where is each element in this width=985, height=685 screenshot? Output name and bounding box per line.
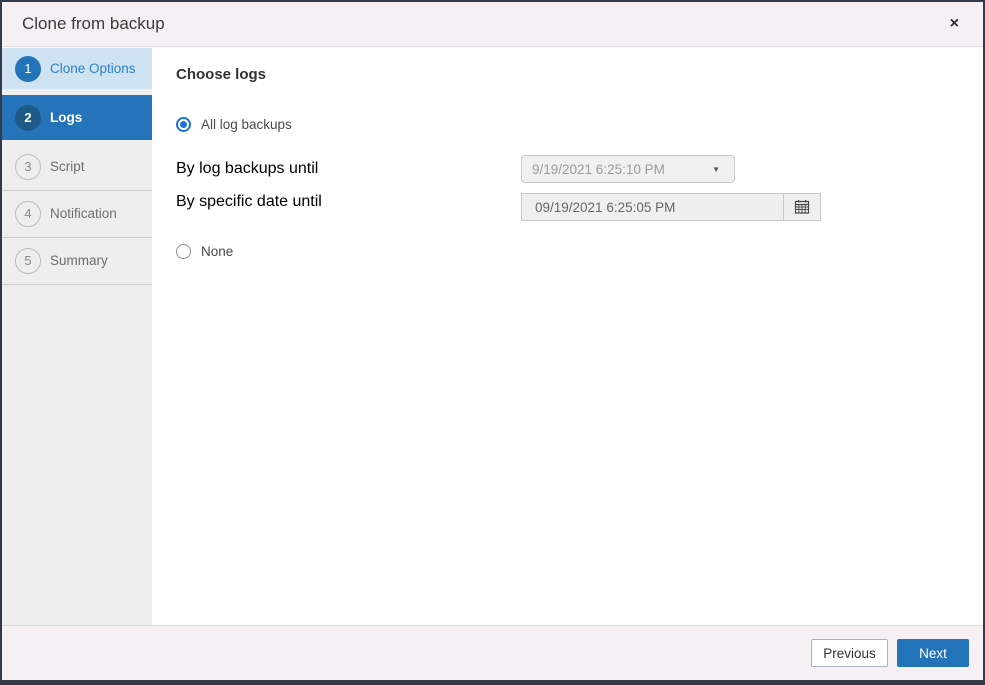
- next-button[interactable]: Next: [897, 639, 969, 667]
- choose-logs-panel: Choose logs All log backups By log backu…: [152, 48, 983, 625]
- step-label: Logs: [50, 110, 82, 125]
- wizard-steps-sidebar: 1 Clone Options 2 Logs 3 Script 4 Notifi…: [2, 48, 152, 625]
- step-number-badge: 5: [15, 248, 41, 274]
- step-number-badge: 1: [15, 56, 41, 82]
- step-script[interactable]: 3 Script: [2, 146, 152, 187]
- radio-all-log-backups[interactable]: [176, 117, 191, 132]
- specific-date-input-group: 09/19/2021 6:25:05 PM: [521, 193, 821, 221]
- calendar-button[interactable]: [783, 194, 820, 220]
- log-backup-time-dropdown[interactable]: 9/19/2021 6:25:10 PM ▼: [521, 155, 735, 183]
- step-number-badge: 3: [15, 154, 41, 180]
- close-icon[interactable]: ×: [944, 12, 965, 36]
- step-clone-options[interactable]: 1 Clone Options: [2, 48, 152, 89]
- step-separator: [2, 281, 152, 287]
- option-label: All log backups: [201, 117, 292, 132]
- step-notification[interactable]: 4 Notification: [2, 193, 152, 234]
- option-by-specific-date-row: By specific date until 09/19/2021 6:25:0…: [176, 193, 983, 231]
- option-none[interactable]: None: [176, 236, 983, 266]
- step-summary[interactable]: 5 Summary: [2, 240, 152, 281]
- step-label: Clone Options: [50, 61, 136, 76]
- step-label: Notification: [50, 206, 117, 221]
- date-input[interactable]: 09/19/2021 6:25:05 PM: [522, 194, 783, 220]
- option-label: By specific date until: [176, 193, 322, 210]
- step-number-badge: 4: [15, 201, 41, 227]
- dialog-title: Clone from backup: [22, 14, 165, 34]
- step-label: Summary: [50, 253, 108, 268]
- option-by-log-backups-row: By log backups until 9/19/2021 6:25:10 P…: [176, 155, 983, 193]
- step-number-badge: 2: [15, 105, 41, 131]
- dialog-footer: Previous Next: [2, 625, 983, 680]
- option-label: None: [201, 244, 233, 259]
- step-logs[interactable]: 2 Logs: [2, 95, 152, 140]
- chevron-down-icon: ▼: [712, 165, 720, 174]
- radio-none[interactable]: [176, 244, 191, 259]
- clone-from-backup-dialog: Clone from backup × 1 Clone Options 2 Lo…: [0, 0, 985, 685]
- dialog-titlebar: Clone from backup ×: [2, 2, 983, 47]
- page-title: Choose logs: [176, 66, 983, 83]
- option-all-log-backups[interactable]: All log backups: [176, 109, 983, 139]
- previous-button[interactable]: Previous: [811, 639, 888, 667]
- step-label: Script: [50, 159, 85, 174]
- option-label: By log backups until: [176, 160, 318, 178]
- calendar-icon: [794, 199, 810, 215]
- dropdown-selected-value: 9/19/2021 6:25:10 PM: [532, 162, 712, 177]
